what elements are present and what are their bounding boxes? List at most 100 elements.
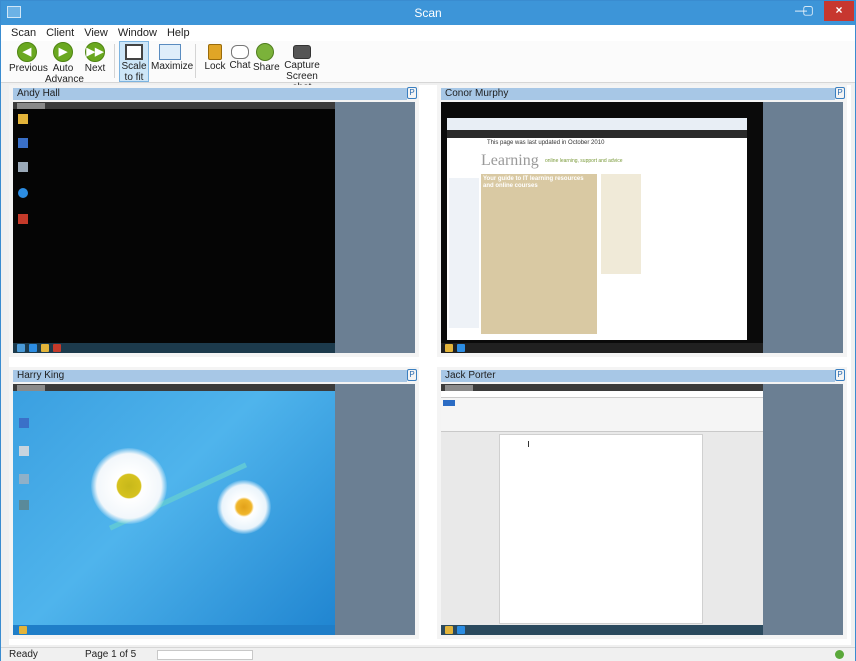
client-panel-conor-murphy[interactable]: Conor Murphy P This page was last update… bbox=[437, 85, 847, 357]
chat-label: Chat bbox=[229, 60, 251, 71]
menu-help[interactable]: Help bbox=[162, 25, 195, 39]
capture-label: Capture bbox=[284, 60, 320, 71]
file-tab bbox=[443, 400, 455, 406]
flower-large bbox=[91, 448, 167, 524]
window-title: Scan bbox=[414, 6, 442, 20]
maximize-button[interactable]: Maximize bbox=[151, 41, 193, 72]
panel-header: Harry King bbox=[13, 370, 407, 382]
desktop-icon bbox=[19, 500, 29, 510]
desktop-icon bbox=[18, 214, 28, 224]
status-ready: Ready bbox=[9, 649, 38, 660]
site-tagline: online learning, support and advice bbox=[545, 158, 623, 164]
desktop-icon bbox=[19, 418, 29, 428]
pin-icon[interactable]: P bbox=[835, 369, 845, 381]
menu-view[interactable]: View bbox=[79, 25, 113, 39]
remote-tab bbox=[17, 103, 45, 109]
taskbar-icon bbox=[29, 344, 37, 352]
site-sidebar bbox=[449, 178, 479, 328]
recycle-bin-icon bbox=[19, 446, 29, 456]
recycle-bin-icon bbox=[18, 162, 28, 172]
remote-taskbar bbox=[13, 343, 335, 353]
menu-window[interactable]: Window bbox=[113, 25, 162, 39]
scale-to-fit-icon bbox=[125, 44, 143, 60]
pin-icon[interactable]: P bbox=[407, 87, 417, 99]
remote-taskbar bbox=[441, 343, 763, 353]
maximize-window-button[interactable]: ▢ bbox=[797, 1, 819, 21]
remote-tab-strip bbox=[13, 102, 335, 109]
lock-button[interactable]: Lock bbox=[203, 41, 227, 72]
arrow-right-icon: ▶▶ bbox=[85, 42, 105, 62]
browser-icon bbox=[18, 188, 28, 198]
next-label: Next bbox=[84, 63, 106, 74]
lock-icon bbox=[208, 44, 222, 60]
browser-address-bar bbox=[447, 118, 747, 130]
site-right-column bbox=[601, 174, 641, 274]
chat-button[interactable]: Chat bbox=[228, 41, 252, 71]
previous-button[interactable]: ◀ Previous bbox=[9, 41, 48, 74]
remote-screen[interactable]: This page was last updated in October 20… bbox=[441, 102, 763, 353]
status-bar: Ready Page 1 of 5 bbox=[1, 647, 855, 661]
panel-header: Jack Porter bbox=[441, 370, 835, 382]
pin-icon[interactable]: P bbox=[407, 369, 417, 381]
auto-label: Auto bbox=[52, 63, 74, 74]
maximize-label: Maximize bbox=[151, 61, 194, 72]
previous-label: Previous bbox=[9, 63, 48, 74]
scale-to-fit-button[interactable]: Scale to fit bbox=[119, 41, 149, 83]
auto-advance-button[interactable]: ▶ Auto Advance bbox=[45, 41, 84, 85]
menu-scan[interactable]: Scan bbox=[1, 25, 41, 39]
taskbar-icon bbox=[445, 344, 453, 352]
connection-status-icon bbox=[835, 650, 844, 659]
close-button[interactable]: × bbox=[824, 1, 854, 21]
share-label: Share bbox=[253, 62, 280, 73]
to-fit-label: to fit bbox=[124, 72, 144, 83]
menu-client[interactable]: Client bbox=[41, 25, 79, 39]
arrow-left-icon: ◀ bbox=[17, 42, 37, 62]
site-headline: Learning bbox=[481, 152, 539, 169]
share-icon bbox=[256, 43, 274, 61]
site-content-box: Your guide to IT learning resources and … bbox=[481, 174, 597, 334]
update-notice: This page was last updated in October 20… bbox=[487, 140, 605, 146]
taskbar-icon bbox=[445, 626, 453, 634]
wordpad-title-bar bbox=[441, 391, 763, 398]
pin-icon[interactable]: P bbox=[835, 87, 845, 99]
desktop-icon bbox=[19, 474, 29, 484]
remote-screen[interactable] bbox=[13, 384, 335, 635]
title-bar: Scan — ▢ × bbox=[1, 1, 855, 25]
toolbar: ◀ Previous ▶ Auto Advance ▶▶ Next Scale … bbox=[1, 41, 855, 93]
browser-window: This page was last updated in October 20… bbox=[447, 118, 747, 340]
flower-small bbox=[217, 480, 271, 534]
toolbar-divider bbox=[195, 44, 196, 78]
client-panel-andy-hall[interactable]: Andy Hall P bbox=[9, 85, 419, 357]
desktop-icon bbox=[18, 114, 28, 124]
taskbar-icon bbox=[53, 344, 61, 352]
client-grid: Andy Hall P Conor Murphy P This page was… bbox=[9, 85, 851, 645]
start-icon bbox=[17, 344, 25, 352]
remote-screen[interactable] bbox=[13, 102, 335, 353]
remote-taskbar bbox=[13, 625, 335, 635]
site-header bbox=[447, 130, 747, 138]
advance-label: Advance bbox=[45, 74, 84, 85]
scale-label: Scale bbox=[121, 61, 147, 72]
remote-taskbar bbox=[441, 625, 763, 635]
chat-icon bbox=[231, 45, 249, 59]
play-icon: ▶ bbox=[53, 42, 73, 62]
toolbar-divider bbox=[114, 44, 115, 78]
document-page bbox=[499, 434, 703, 624]
remote-screen[interactable] bbox=[441, 384, 763, 635]
client-panel-jack-porter[interactable]: Jack Porter P bbox=[437, 367, 847, 639]
taskbar-icon bbox=[41, 344, 49, 352]
share-button[interactable]: Share bbox=[253, 41, 280, 73]
panel-background bbox=[763, 102, 843, 353]
page-progress-bar bbox=[157, 650, 253, 660]
panel-background bbox=[335, 384, 415, 635]
camera-icon bbox=[293, 45, 311, 59]
next-button[interactable]: ▶▶ Next bbox=[81, 41, 109, 74]
client-panel-harry-king[interactable]: Harry King P bbox=[9, 367, 419, 639]
content-box-title: Your guide to IT learning resources and … bbox=[483, 176, 584, 189]
taskbar-icon bbox=[457, 344, 465, 352]
panel-background bbox=[335, 102, 415, 353]
remote-tab bbox=[17, 385, 45, 391]
remote-tab-strip bbox=[441, 384, 763, 391]
remote-tab-strip bbox=[13, 384, 335, 391]
maximize-icon bbox=[159, 44, 181, 60]
